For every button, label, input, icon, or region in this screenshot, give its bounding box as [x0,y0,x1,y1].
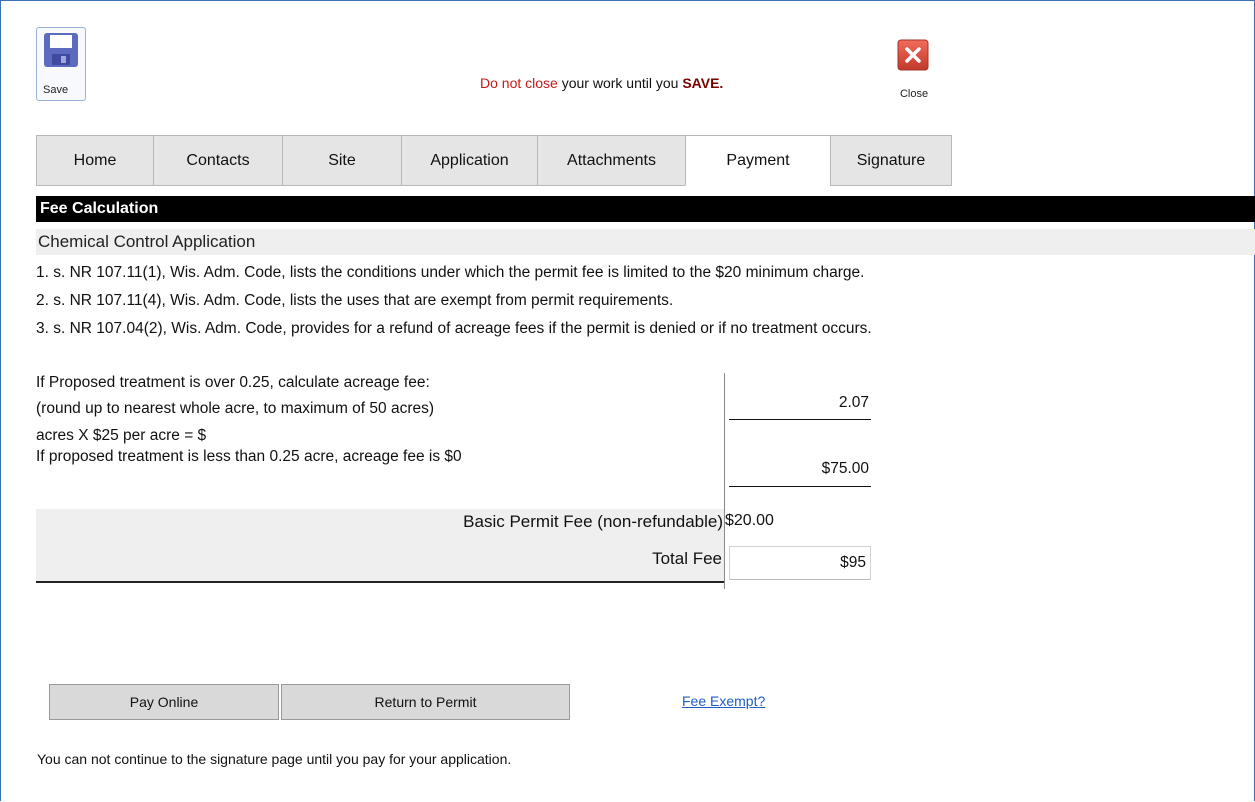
tab-attachments[interactable]: Attachments [537,135,686,186]
tab-bar: Home Contacts Site Application Attachmen… [36,135,952,186]
column-divider [724,373,725,589]
tab-site[interactable]: Site [282,135,402,186]
basic-fee-value: $20.00 [725,512,774,529]
total-rule [36,581,724,583]
tab-payment[interactable]: Payment [685,135,831,186]
total-fee-field: $95 [729,546,871,580]
floppy-disk-icon [44,33,78,67]
save-warning: Do not close your work until you SAVE. [480,75,723,91]
pay-online-button[interactable]: Pay Online [49,684,279,720]
tab-contacts[interactable]: Contacts [153,135,283,186]
warning-save-text: SAVE. [682,75,724,91]
close-button[interactable]: Close [893,37,935,103]
fee-exempt-link[interactable]: Fee Exempt? [682,693,765,709]
save-label: Save [43,84,69,96]
return-to-permit-button[interactable]: Return to Permit [281,684,570,720]
close-icon [897,39,929,71]
note-item: 3. s. NR 107.04(2), Wis. Adm. Code, prov… [36,320,872,337]
tab-home[interactable]: Home [36,135,154,186]
calc-instruction: If proposed treatment is less than 0.25 … [36,448,462,465]
save-button[interactable]: Save [36,27,86,101]
warning-red-text: Do not close [480,75,558,91]
tab-application[interactable]: Application [401,135,538,186]
acreage-fee-value: $75.00 [821,460,869,477]
note-item: 2. s. NR 107.11(4), Wis. Adm. Code, list… [36,292,674,309]
tab-signature[interactable]: Signature [830,135,952,186]
acreage-fee-underline [729,486,871,487]
acres-underline [729,419,871,420]
calc-instruction: (round up to nearest whole acre, to maxi… [36,400,435,417]
basic-fee-label: Basic Permit Fee (non-refundable) [463,512,723,531]
acres-value: 2.07 [838,394,869,411]
calc-instruction: acres X $25 per acre = $ [36,427,207,444]
close-label: Close [899,88,929,100]
total-fee-label: Total Fee [652,549,722,568]
calc-instruction: If Proposed treatment is over 0.25, calc… [36,374,430,391]
signature-requirement-note: You can not continue to the signature pa… [37,751,512,767]
note-item: 1. s. NR 107.11(1), Wis. Adm. Code, list… [36,264,865,281]
warning-text: your work until you [557,75,683,91]
section-subtitle: Chemical Control Application [36,229,1255,255]
section-title: Fee Calculation [36,196,1255,222]
